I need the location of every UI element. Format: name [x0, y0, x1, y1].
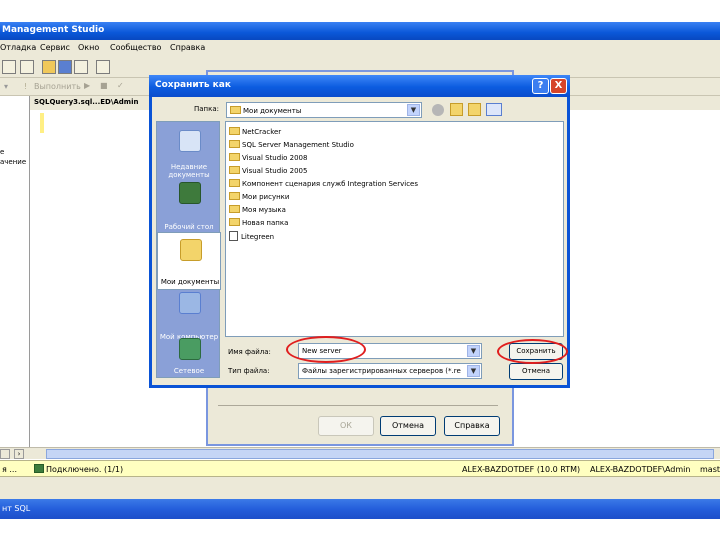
status-left: я ...: [2, 465, 17, 474]
execute-icon[interactable]: !: [24, 82, 27, 91]
activity-monitor-icon[interactable]: [96, 60, 110, 74]
filename-label: Имя файла:: [228, 348, 271, 356]
highlight-ring: [497, 339, 568, 364]
list-item[interactable]: Visual Studio 2008: [229, 153, 307, 165]
stop-icon[interactable]: ■: [100, 81, 108, 90]
back-icon[interactable]: [432, 104, 444, 116]
cancel-button[interactable]: Отмена: [509, 363, 563, 380]
cancel-button[interactable]: Отмена: [380, 416, 436, 436]
folder-icon: [229, 205, 240, 213]
taskbar-item[interactable]: нт SQL: [2, 504, 30, 513]
file-icon: [229, 231, 238, 241]
menu-debug[interactable]: Отладка: [0, 43, 36, 52]
close-icon[interactable]: X: [550, 78, 567, 94]
menu-community[interactable]: Сообщество: [110, 43, 161, 52]
place-my-documents[interactable]: Мои документы: [157, 232, 221, 290]
folder-label: Папка:: [194, 105, 220, 113]
status-db: maste: [700, 465, 720, 474]
recent-documents-icon: [179, 130, 201, 152]
open-folder-icon[interactable]: [42, 60, 56, 74]
list-item[interactable]: Visual Studio 2005: [229, 166, 307, 178]
connected-icon: [34, 464, 44, 473]
help-button[interactable]: Справка: [444, 416, 500, 436]
chevron-down-icon[interactable]: ▼: [407, 104, 420, 116]
chevron-down-icon[interactable]: ▼: [467, 345, 480, 357]
folder-icon: [229, 192, 240, 200]
status-user: ALEX-BAZDOTDEF\Admin: [590, 465, 691, 474]
filetype-value: Файлы зарегистрированных серверов (*.re: [302, 367, 461, 375]
file-list[interactable]: NetCracker SQL Server Management Studio …: [225, 121, 564, 337]
scroll-thumb[interactable]: [46, 449, 714, 459]
save-as-titlebar: Сохранить как ? X: [149, 75, 570, 97]
my-documents-icon: [230, 106, 241, 114]
list-item[interactable]: Моя музыка: [229, 205, 286, 217]
highlight-ring: [286, 336, 366, 363]
object-explorer-panel: е ачение: [0, 96, 30, 448]
save-all-icon[interactable]: [74, 60, 88, 74]
toolbar-dropdown-arrow-icon[interactable]: ▾: [4, 82, 8, 91]
folder-dropdown[interactable]: Мои документы ▼: [226, 102, 422, 118]
place-network[interactable]: Сетевое: [157, 334, 221, 378]
views-menu-icon[interactable]: [486, 103, 502, 116]
folder-icon: [229, 153, 240, 161]
folder-icon: [229, 179, 240, 187]
list-item[interactable]: Litegreen: [229, 231, 274, 243]
folder-value: Мои документы: [243, 107, 302, 115]
up-folder-icon[interactable]: [450, 103, 463, 116]
save-icon[interactable]: [58, 60, 72, 74]
network-icon: [179, 338, 201, 360]
desktop-icon: [179, 182, 201, 204]
new-file-icon[interactable]: [20, 60, 34, 74]
folder-icon: [229, 140, 240, 148]
menu-bar: Отладка Сервис Окно Сообщество Справка: [0, 40, 720, 56]
debug-icon[interactable]: ▶: [84, 81, 90, 90]
tab-sqlquery3[interactable]: SQLQuery3.sql...ED\Admin: [34, 98, 139, 106]
menu-tools[interactable]: Сервис: [40, 43, 70, 52]
execute-button[interactable]: Выполнить: [34, 82, 81, 91]
folder-icon: [229, 166, 240, 174]
ok-button[interactable]: ОК: [318, 416, 374, 436]
chevron-down-icon[interactable]: ▼: [467, 365, 480, 377]
scroll-right-icon[interactable]: ›: [14, 449, 24, 459]
scroll-left-icon[interactable]: [0, 449, 10, 459]
panel-text: е: [0, 148, 5, 156]
list-item[interactable]: Новая папка: [229, 218, 288, 230]
menu-window[interactable]: Окно: [78, 43, 99, 52]
list-item[interactable]: Мои рисунки: [229, 192, 289, 204]
separator: [218, 405, 498, 406]
panel-text: ачение: [0, 158, 27, 166]
editor-change-marker: [40, 113, 44, 133]
my-documents-folder-icon: [180, 239, 202, 261]
places-bar: Недавние документы Рабочий стол Мои доку…: [156, 121, 221, 378]
folder-icon: [229, 127, 240, 135]
list-item[interactable]: NetCracker: [229, 127, 281, 139]
status-message: Подключено. (1/1): [46, 465, 124, 474]
menu-help[interactable]: Справка: [170, 43, 205, 52]
list-item[interactable]: Компонент сценария служб Integration Ser…: [229, 179, 418, 191]
main-window-title: Management Studio: [0, 22, 720, 40]
place-desktop[interactable]: Рабочий стол: [157, 176, 221, 234]
folder-icon: [229, 218, 240, 226]
new-query-icon[interactable]: [2, 60, 16, 74]
place-recent[interactable]: Недавние документы: [157, 124, 221, 182]
list-item[interactable]: SQL Server Management Studio: [229, 140, 354, 152]
status-server: ALEX-BAZDOTDEF (10.0 RTM): [462, 465, 581, 474]
my-computer-icon: [179, 292, 201, 314]
new-folder-icon[interactable]: [468, 103, 481, 116]
parse-icon[interactable]: ✓: [117, 81, 124, 90]
filetype-label: Тип файла:: [228, 367, 270, 375]
window-bottom-frame: [0, 477, 720, 499]
taskbar: нт SQL: [0, 499, 720, 519]
dialog-title: Сохранить как: [155, 80, 231, 90]
horizontal-scrollbar[interactable]: ›: [0, 447, 720, 459]
filetype-select[interactable]: Файлы зарегистрированных серверов (*.re …: [298, 363, 482, 379]
help-icon[interactable]: ?: [532, 78, 549, 94]
status-bar: я ... Подключено. (1/1) ALEX-BAZDOTDEF (…: [0, 460, 720, 477]
